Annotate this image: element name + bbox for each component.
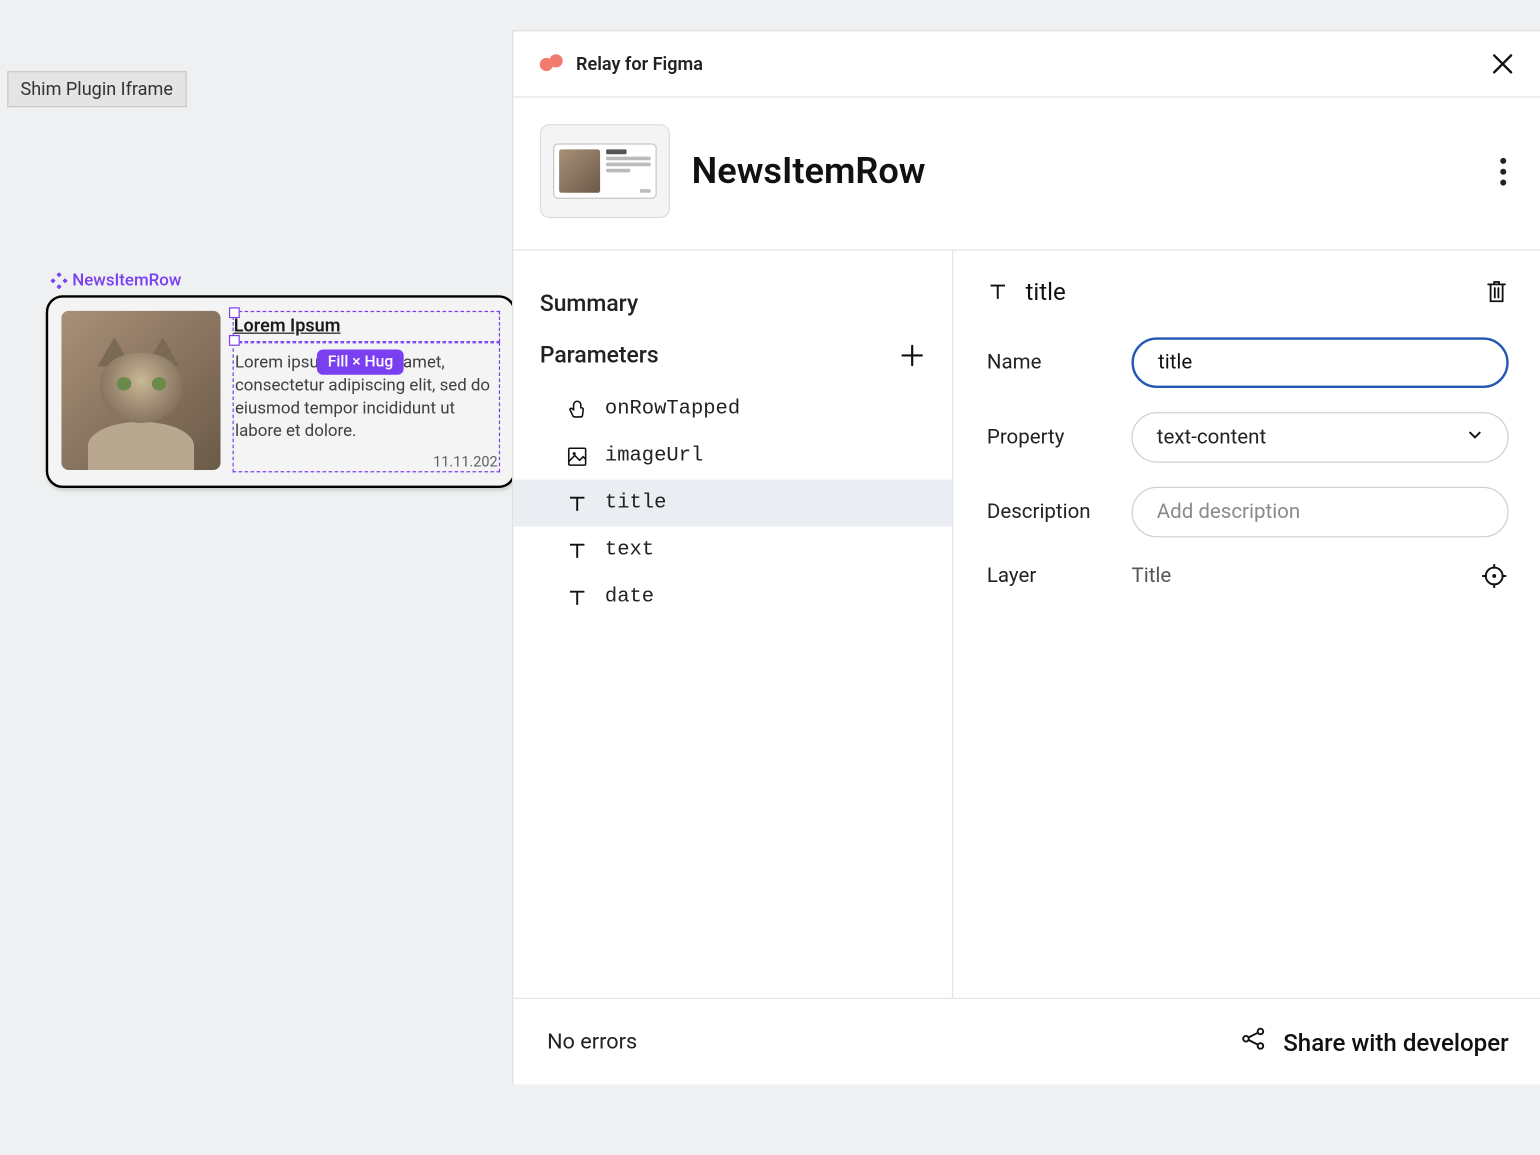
chevron-down-icon — [1466, 425, 1483, 449]
text-icon — [566, 586, 588, 608]
parameters-label: Parameters — [540, 341, 659, 369]
plugin-panel: Relay for Figma NewsItemRow — [512, 30, 1540, 1084]
figma-canvas: NewsItemRow Lorem Ipsum Fill × Hug Lorem… — [46, 271, 516, 487]
news-item-row-card[interactable]: Lorem Ipsum Fill × Hug Lorem ipsum dolor… — [46, 295, 516, 487]
description-input[interactable]: Add description — [1131, 487, 1508, 538]
name-input[interactable] — [1131, 337, 1508, 388]
name-label: Name — [987, 351, 1132, 375]
text-icon — [987, 281, 1009, 303]
param-date[interactable]: date — [513, 574, 952, 621]
component-frame-label[interactable]: NewsItemRow — [51, 271, 516, 290]
news-date-text: 11.11.202 — [235, 453, 498, 470]
relay-logo-icon — [540, 54, 564, 73]
param-label: text — [605, 539, 654, 562]
param-label: imageUrl — [605, 445, 703, 468]
param-title[interactable]: title — [513, 480, 952, 527]
component-frame-name: NewsItemRow — [72, 271, 181, 290]
detail-title: title — [1025, 277, 1065, 306]
summary-section[interactable]: Summary — [513, 277, 952, 329]
share-icon — [1240, 1025, 1267, 1058]
plugin-title: Relay for Figma — [576, 53, 703, 75]
delete-parameter-button[interactable] — [1485, 278, 1509, 305]
param-onRowTapped[interactable]: onRowTapped — [513, 386, 952, 433]
property-value: text-content — [1157, 425, 1266, 449]
component-header: NewsItemRow — [513, 98, 1540, 251]
locate-layer-button[interactable] — [1480, 562, 1509, 591]
share-label: Share with developer — [1283, 1027, 1508, 1056]
title-selection[interactable]: Lorem Ipsum — [233, 311, 501, 342]
panel-footer: No errors Share with developer — [513, 998, 1540, 1085]
param-imageUrl[interactable]: imageUrl — [513, 433, 952, 480]
text-icon — [566, 539, 588, 561]
description-label: Description — [987, 500, 1132, 524]
tap-gesture-icon — [566, 398, 588, 420]
component-icon — [51, 272, 68, 289]
image-icon — [566, 445, 588, 467]
parameter-list: onRowTapped imageUrl title — [513, 386, 952, 621]
param-label: title — [605, 492, 666, 515]
panel-header: Relay for Figma — [513, 31, 1540, 97]
status-text: No errors — [547, 1029, 637, 1054]
property-label: Property — [987, 425, 1132, 449]
component-name: NewsItemRow — [692, 150, 926, 192]
share-with-developer-button[interactable]: Share with developer — [1240, 1025, 1509, 1058]
add-parameter-button[interactable] — [899, 342, 926, 369]
property-select[interactable]: text-content — [1131, 412, 1508, 463]
component-thumbnail — [540, 124, 670, 218]
fill-hug-badge: Fill × Hug — [317, 349, 404, 374]
shim-plugin-badge: Shim Plugin Iframe — [7, 71, 186, 107]
close-button[interactable] — [1489, 51, 1516, 78]
layer-label: Layer — [987, 564, 1132, 588]
news-title-text: Lorem Ipsum — [234, 315, 499, 339]
text-icon — [566, 492, 588, 514]
news-image — [61, 311, 220, 470]
param-label: onRowTapped — [605, 398, 740, 421]
detail-pane: title Name Property text-content — [953, 251, 1540, 998]
layer-value: Title — [1131, 564, 1171, 588]
left-pane: Summary Parameters onRowTapped — [513, 251, 953, 998]
param-text[interactable]: text — [513, 527, 952, 574]
parameters-section: Parameters — [513, 329, 952, 381]
more-menu-button[interactable] — [1500, 157, 1506, 185]
param-label: date — [605, 586, 654, 609]
